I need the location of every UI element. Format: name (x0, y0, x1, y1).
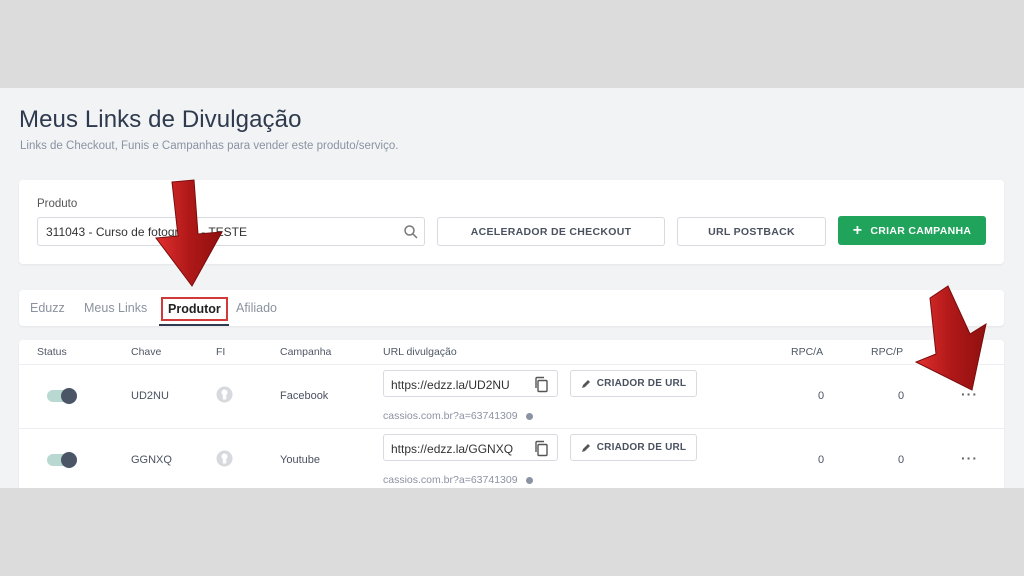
url-postback-button[interactable]: URL POSTBACK (677, 217, 826, 246)
info-icon[interactable] (525, 412, 533, 420)
row-divider (19, 428, 1004, 429)
fi-icon (216, 450, 233, 467)
app-screen: Meus Links de Divulgação Links de Checko… (0, 88, 1024, 488)
product-search-input[interactable] (37, 217, 425, 246)
active-tab-indicator (159, 324, 229, 326)
row-chave: UD2NU (131, 390, 169, 402)
row-chave: GGNXQ (131, 454, 172, 466)
pencil-icon (581, 379, 590, 388)
url-field[interactable]: https://edzz.la/UD2NU (383, 370, 558, 397)
criar-campanha-label: CRIAR CAMPANHA (870, 224, 972, 237)
url-value: https://edzz.la/UD2NU (391, 378, 510, 392)
row-rpc-a: 0 (818, 390, 825, 402)
links-table: Status Chave FI Campanha URL divulgação … (19, 340, 1004, 488)
affiliate-link-text: cassios.com.br?a=63741309 (383, 410, 518, 422)
tab-eduzz[interactable]: Eduzz (30, 301, 65, 315)
copy-icon[interactable] (533, 440, 549, 457)
header-rpc-p: RPC/P (871, 346, 904, 358)
tab-produtor[interactable]: Produtor (161, 297, 228, 321)
tab-meus-links[interactable]: Meus Links (84, 301, 147, 315)
page-title: Meus Links de Divulgação (19, 106, 302, 133)
plus-icon: + (852, 221, 863, 239)
copy-icon[interactable] (533, 376, 549, 393)
criador-url-button[interactable]: CRIADOR DE URL (570, 434, 697, 461)
affiliate-link: cassios.com.br?a=63741309 (383, 474, 533, 486)
page-subtitle: Links de Checkout, Funis e Campanhas par… (20, 140, 399, 152)
header-fi: FI (216, 346, 226, 358)
criador-url-label: CRIADOR DE URL (596, 442, 687, 453)
arrow-down-icon (914, 285, 987, 391)
status-toggle[interactable] (47, 388, 77, 404)
status-toggle[interactable] (47, 452, 77, 468)
row-rpc-a: 0 (818, 454, 825, 466)
criador-url-button[interactable]: CRIADOR DE URL (570, 370, 697, 397)
header-campanha: Campanha (280, 346, 332, 358)
affiliate-link-text: cassios.com.br?a=63741309 (383, 474, 518, 486)
pencil-icon (581, 443, 590, 452)
fi-icon (216, 386, 233, 403)
search-icon[interactable] (403, 224, 419, 240)
header-url: URL divulgação (383, 346, 457, 358)
row-rpc-p: 0 (898, 390, 905, 402)
url-value: https://edzz.la/GGNXQ (391, 442, 514, 456)
tabs-bar: Eduzz Meus Links Produtor Afiliado (19, 290, 1004, 326)
url-field[interactable]: https://edzz.la/GGNXQ (383, 434, 558, 461)
tab-afiliado[interactable]: Afiliado (236, 301, 277, 315)
criador-url-label: CRIADOR DE URL (596, 378, 687, 389)
header-divider (19, 364, 1004, 365)
row-campanha: Facebook (280, 390, 329, 402)
criar-campanha-button[interactable]: + CRIAR CAMPANHA (838, 216, 986, 245)
row-campanha: Youtube (280, 454, 320, 466)
affiliate-link: cassios.com.br?a=63741309 (383, 410, 533, 422)
product-label: Produto (37, 198, 78, 210)
info-icon[interactable] (525, 476, 533, 484)
arrow-down-icon (155, 179, 223, 287)
row-rpc-p: 0 (898, 454, 905, 466)
more-icon[interactable]: ··· (961, 450, 978, 466)
header-chave: Chave (131, 346, 162, 358)
header-status: Status (37, 346, 67, 358)
acelerador-checkout-button[interactable]: ACELERADOR DE CHECKOUT (437, 217, 665, 246)
header-rpc-a: RPC/A (791, 346, 824, 358)
